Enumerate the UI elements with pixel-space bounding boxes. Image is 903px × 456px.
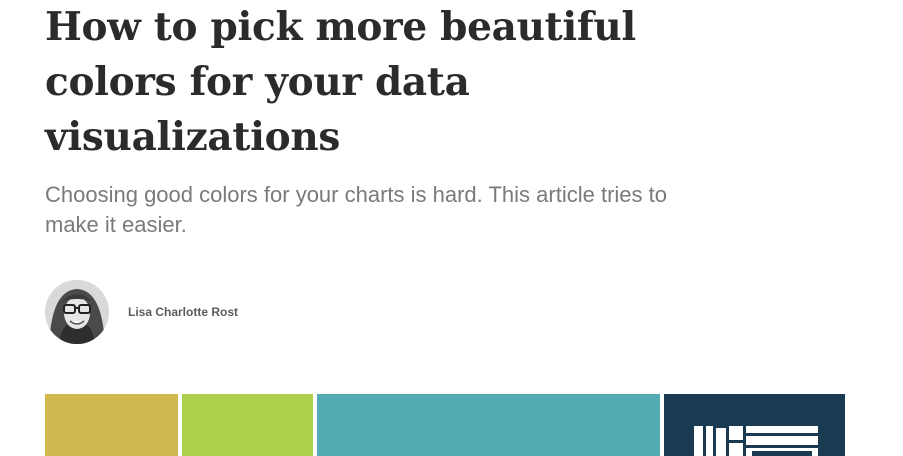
article-subtitle: Choosing good colors for your charts is … — [45, 182, 667, 237]
article-title: How to pick more beautiful colors for yo… — [45, 4, 636, 160]
treemap-icon — [694, 426, 818, 456]
color-swatch-1 — [45, 394, 178, 456]
color-swatch-3 — [317, 394, 660, 456]
color-swatch-4 — [664, 394, 845, 456]
article-page: How to pick more beautiful colors for yo… — [0, 0, 903, 456]
author-name[interactable]: Lisa Charlotte Rost — [128, 304, 238, 320]
author-portrait-icon — [45, 280, 109, 344]
color-swatch-2 — [182, 394, 313, 456]
author-avatar[interactable] — [45, 280, 109, 344]
